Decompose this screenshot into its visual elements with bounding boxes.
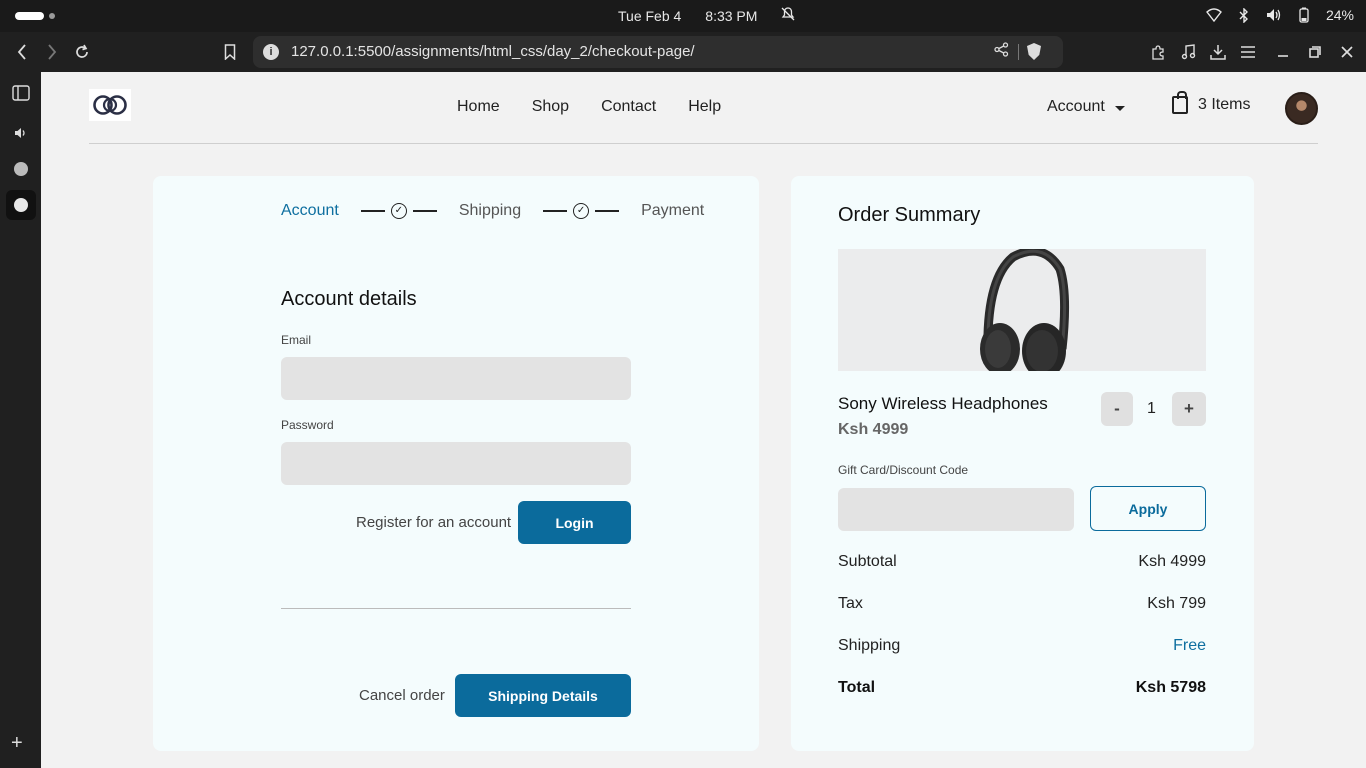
- quantity-value: 1: [1147, 400, 1156, 417]
- back-icon[interactable]: [10, 40, 34, 64]
- shipping-row: Shipping Free: [838, 637, 1206, 655]
- cart-count: 3 Items: [1198, 96, 1251, 113]
- nav-shop[interactable]: Shop: [532, 98, 569, 116]
- email-label: Email: [281, 333, 312, 347]
- order-summary-card: Order Summary Sony Wireless Headphones K…: [791, 176, 1254, 751]
- restore-icon[interactable]: [1303, 40, 1327, 64]
- address-bar[interactable]: i 127.0.0.1:5500/assignments/html_css/da…: [253, 36, 1063, 68]
- os-date: Tue Feb 4: [618, 7, 682, 24]
- battery-percent: 24%: [1325, 7, 1354, 23]
- share-icon[interactable]: [994, 42, 1009, 61]
- extensions-icon[interactable]: [1146, 40, 1170, 64]
- address-bar-separator: [1018, 44, 1019, 60]
- login-button[interactable]: Login: [518, 501, 631, 544]
- subtotal-row: Subtotal Ksh 4999: [838, 553, 1206, 571]
- subtotal-label: Subtotal: [838, 553, 897, 570]
- nav-home[interactable]: Home: [457, 98, 500, 116]
- nav-contact[interactable]: Contact: [601, 98, 656, 116]
- os-clock[interactable]: Tue Feb 4 8:33 PM: [618, 7, 795, 24]
- product-price: Ksh 4999: [838, 421, 909, 438]
- password-label: Password: [281, 418, 334, 432]
- sidebar-toggle-icon[interactable]: [6, 78, 36, 108]
- bluetooth-icon: [1236, 7, 1252, 23]
- account-label: Account: [1047, 98, 1105, 115]
- total-row: Total Ksh 5798: [838, 679, 1206, 697]
- workspace-dot[interactable]: [49, 13, 55, 19]
- order-summary-title: Order Summary: [838, 204, 981, 226]
- increase-quantity-button[interactable]: +: [1172, 392, 1206, 426]
- web-page: Home Shop Contact Help Account 3 Items A…: [41, 72, 1366, 768]
- tax-row: Tax Ksh 799: [838, 595, 1206, 613]
- main-nav: Home Shop Contact Help: [457, 98, 721, 116]
- step-connector: [360, 210, 385, 212]
- account-details-title: Account details: [281, 288, 417, 310]
- checkout-form-card: Account ✓ Shipping ✓ Payment Account det…: [153, 176, 759, 751]
- step-payment[interactable]: Payment: [641, 202, 704, 220]
- site-info-icon[interactable]: i: [263, 44, 279, 60]
- decrease-quantity-button[interactable]: -: [1101, 392, 1133, 426]
- account-dropdown[interactable]: Account: [1047, 98, 1125, 116]
- site-logo[interactable]: [89, 89, 131, 121]
- register-link[interactable]: Register for an account: [356, 514, 511, 531]
- shopping-bag-icon: [1172, 91, 1188, 114]
- discount-code-input[interactable]: [838, 488, 1074, 531]
- workspace-indicator[interactable]: [15, 12, 44, 20]
- add-panel-icon[interactable]: +: [11, 732, 23, 755]
- step-connector: [543, 210, 568, 212]
- total-label: Total: [838, 679, 876, 696]
- nav-help[interactable]: Help: [688, 98, 721, 116]
- url-text[interactable]: 127.0.0.1:5500/assignments/html_css/day_…: [291, 43, 695, 60]
- discount-code-label: Gift Card/Discount Code: [838, 463, 969, 477]
- step-shipping[interactable]: Shipping: [459, 202, 521, 220]
- menu-icon[interactable]: [1236, 40, 1260, 64]
- wifi-icon: [1206, 7, 1222, 23]
- os-status-area[interactable]: 24%: [1206, 7, 1354, 23]
- globe-icon[interactable]: [6, 154, 36, 184]
- step-account[interactable]: Account: [281, 202, 339, 220]
- shipping-value: Free: [1173, 637, 1206, 654]
- product-image: [838, 249, 1206, 371]
- check-circle-icon: ✓: [390, 203, 407, 219]
- notifications-muted-icon: [781, 7, 795, 24]
- os-time: 8:33 PM: [705, 7, 758, 24]
- password-field[interactable]: [281, 442, 631, 485]
- volume-icon: [1266, 7, 1282, 23]
- globe-icon-active[interactable]: [6, 190, 36, 220]
- battery-icon: [1296, 7, 1312, 23]
- download-icon[interactable]: [1206, 40, 1230, 64]
- browser-toolbar: i 127.0.0.1:5500/assignments/html_css/da…: [0, 32, 1366, 72]
- caret-down-icon: [1114, 105, 1125, 111]
- close-icon[interactable]: [1335, 40, 1359, 64]
- subtotal-value: Ksh 4999: [1138, 553, 1206, 570]
- form-divider: [281, 608, 631, 609]
- check-circle-icon: ✓: [573, 203, 590, 219]
- total-value: Ksh 5798: [1135, 679, 1206, 696]
- shipping-details-button[interactable]: Shipping Details: [455, 674, 631, 717]
- apply-discount-button[interactable]: Apply: [1090, 486, 1206, 531]
- step-connector: [412, 210, 437, 212]
- step-connector: [595, 210, 620, 212]
- brave-shields-icon[interactable]: [1027, 43, 1041, 60]
- cancel-order-link[interactable]: Cancel order: [359, 687, 445, 704]
- cart-button[interactable]: 3 Items: [1172, 91, 1251, 114]
- minimize-icon[interactable]: [1271, 40, 1295, 64]
- audio-tab-icon[interactable]: [6, 118, 36, 148]
- product-name: Sony Wireless Headphones: [838, 394, 1048, 413]
- site-header: Home Shop Contact Help Account 3 Items: [89, 72, 1318, 144]
- email-field[interactable]: [281, 357, 631, 400]
- reload-icon[interactable]: [70, 40, 94, 64]
- os-top-bar: Tue Feb 4 8:33 PM 24%: [0, 0, 1366, 32]
- shipping-label: Shipping: [838, 637, 901, 654]
- tax-label: Tax: [838, 595, 863, 612]
- bookmark-icon[interactable]: [218, 40, 242, 64]
- forward-icon[interactable]: [40, 40, 64, 64]
- checkout-stepper: Account ✓ Shipping ✓ Payment: [281, 202, 704, 220]
- browser-sidebar: +: [0, 72, 41, 768]
- media-icon[interactable]: [1176, 40, 1200, 64]
- user-avatar[interactable]: [1285, 92, 1318, 125]
- tax-value: Ksh 799: [1147, 595, 1206, 612]
